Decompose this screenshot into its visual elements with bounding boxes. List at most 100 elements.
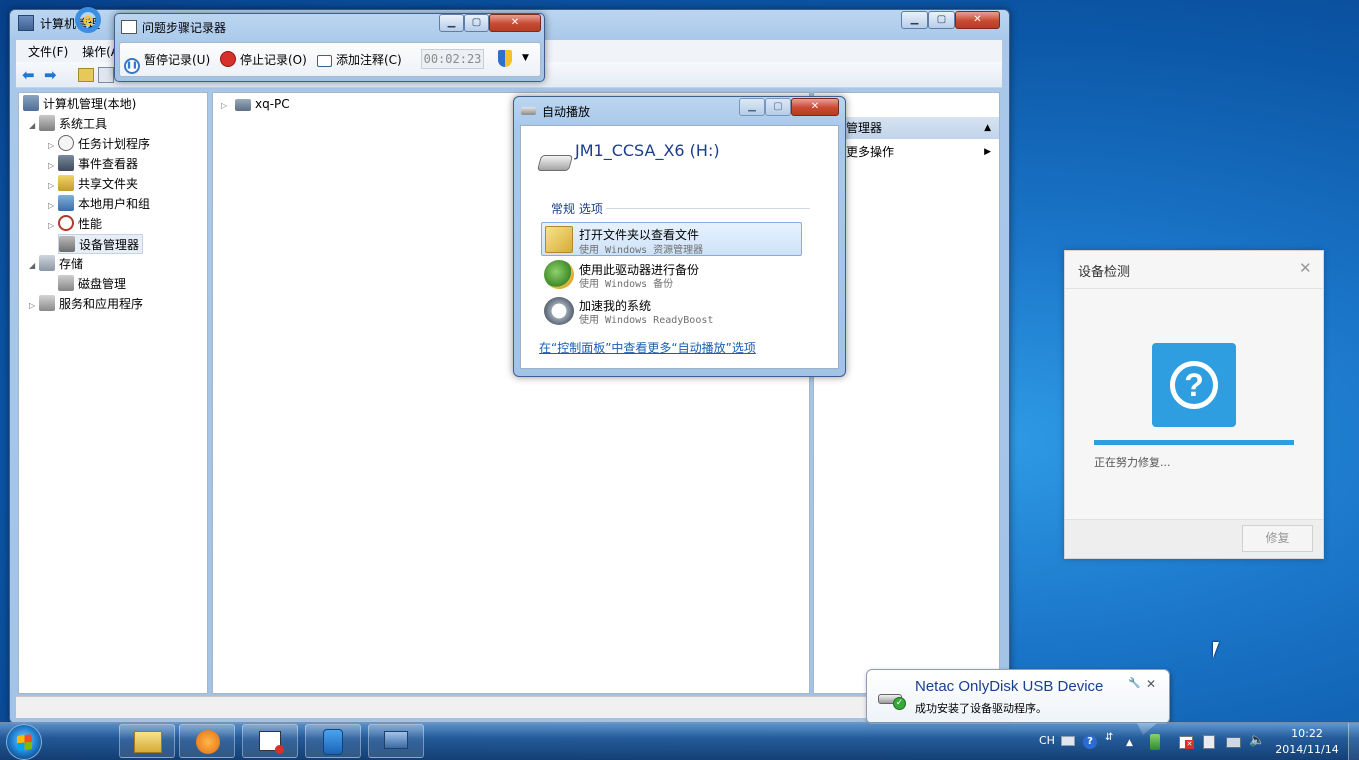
help-icon[interactable]: ? <box>1083 735 1097 749</box>
clock-time: 10:22 <box>1291 727 1323 740</box>
clock[interactable]: 10:22 2014/11/14 <box>1272 726 1342 758</box>
shield-icon[interactable] <box>498 50 512 67</box>
clock-date: 2014/11/14 <box>1275 743 1339 756</box>
psr-title: 问题步骤记录器 <box>142 21 227 35</box>
forward-arrow-icon[interactable]: ➡ <box>44 66 57 84</box>
tree-performance[interactable]: ▷ 性能 <box>48 214 102 234</box>
autoplay-option-backup[interactable]: 使用此驱动器进行备份 使用 Windows 备份 <box>541 258 802 292</box>
pause-icon: ❚❚ <box>124 58 140 74</box>
volume-icon[interactable]: 🔈 <box>1249 733 1265 748</box>
menu-file[interactable]: 文件(F) <box>28 43 68 60</box>
collapsed-arrow-icon: ▷ <box>48 201 55 210</box>
device-detect-close-icon[interactable]: ✕ <box>1299 259 1312 277</box>
autoplay-section-label: 常规 选项 <box>551 202 603 216</box>
ime-options-icon[interactable]: ⇵ <box>1105 732 1113 743</box>
psr-comment-button[interactable]: 添加注释(C) <box>317 51 402 68</box>
services-icon <box>39 295 55 311</box>
collapse-up-icon: ▲ <box>984 123 991 133</box>
tree-local-users-label: 本地用户和组 <box>78 197 151 211</box>
computer-management-icon <box>384 731 408 749</box>
psr-pause-label: 暂停记录(U) <box>144 53 211 67</box>
collapsed-arrow-icon: ▷ <box>48 141 55 150</box>
tree-device-manager-label: 设备管理器 <box>79 238 140 252</box>
autoplay-option-open-folder[interactable]: 打开文件夹以查看文件 使用 Windows 资源管理器 <box>541 222 802 256</box>
removable-drive-icon <box>536 155 574 171</box>
autoplay-control-panel-link[interactable]: 在“控制面板”中查看更多“自动播放”选项 <box>539 339 756 356</box>
taskbar-explorer[interactable] <box>119 724 175 758</box>
tree-disk-management[interactable]: 磁盘管理 <box>58 274 126 294</box>
balloon-options-icon[interactable]: 🔧 <box>1128 678 1140 689</box>
collapsed-arrow-icon: ▷ <box>29 301 36 310</box>
show-hidden-icons-icon[interactable]: ▲ <box>1126 738 1133 748</box>
center-node-xq-pc[interactable]: ▷ xq-PC <box>221 97 290 111</box>
action-center-icon[interactable]: ✕ <box>1179 736 1194 749</box>
autoplay-option-sub: 使用 Windows ReadyBoost <box>579 315 714 326</box>
balloon-close-icon[interactable]: ✕ <box>1146 677 1156 691</box>
psr-maximize-button[interactable]: ▢ <box>464 14 489 32</box>
readyboost-icon <box>544 297 574 325</box>
cm-maximize-button[interactable]: ▢ <box>928 11 955 29</box>
tree-services-apps[interactable]: ▷ 服务和应用程序 <box>29 294 143 314</box>
performance-icon <box>58 215 74 231</box>
autoplay-close-button[interactable]: ✕ <box>791 98 839 116</box>
psr-stop-button[interactable]: 停止记录(O) <box>220 51 307 68</box>
psr-timer: 00:02:23 <box>421 49 484 69</box>
taskbar-ie[interactable]: e <box>60 2 116 36</box>
show-console-tree-icon[interactable] <box>98 67 114 83</box>
back-arrow-icon[interactable]: ⬅ <box>22 66 35 84</box>
device-detect-status: 正在努力修复... <box>1094 456 1171 469</box>
balloon-title: Netac OnlyDisk USB Device <box>915 678 1104 695</box>
taskbar-psr[interactable] <box>242 724 298 758</box>
storage-icon <box>39 255 55 271</box>
tree-root-label: 计算机管理(本地) <box>43 97 137 111</box>
psr-app-icon <box>121 20 137 34</box>
up-folder-icon[interactable] <box>78 68 94 82</box>
autoplay-minimize-button[interactable]: ▁ <box>739 98 765 116</box>
psr-minimize-button[interactable]: ▁ <box>439 14 464 32</box>
tray-language[interactable]: CH <box>1039 722 1055 760</box>
tree-disk-management-label: 磁盘管理 <box>78 277 127 291</box>
tree-system-tools[interactable]: ◢ 系统工具 <box>29 114 107 134</box>
collapsed-arrow-icon: ▷ <box>48 221 55 230</box>
psr-comment-label: 添加注释(C) <box>336 53 402 67</box>
taskbar-media-player[interactable] <box>179 724 235 758</box>
tree-device-manager[interactable]: 设备管理器 <box>58 234 144 254</box>
tree-task-scheduler[interactable]: ▷ 任务计划程序 <box>48 134 150 154</box>
psr-pause-button[interactable]: ❚❚ 暂停记录(U) <box>124 51 210 74</box>
autoplay-maximize-button[interactable]: ▢ <box>765 98 791 116</box>
shared-folder-icon <box>58 175 74 191</box>
tree-storage[interactable]: ◢ 存储 <box>29 254 83 274</box>
tree-event-viewer[interactable]: ▷ 事件查看器 <box>48 154 138 174</box>
cm-status-bar <box>16 696 1002 718</box>
autoplay-option-sub: 使用 Windows 资源管理器 <box>579 245 704 256</box>
tree-root[interactable]: 计算机管理(本地) <box>23 94 136 114</box>
taskbar-computer-management[interactable] <box>368 724 424 758</box>
tree-local-users[interactable]: ▷ 本地用户和组 <box>48 194 150 214</box>
usb-tray-icon[interactable] <box>1150 734 1160 750</box>
keyboard-icon[interactable] <box>1061 736 1075 746</box>
safely-remove-icon[interactable] <box>1203 735 1215 749</box>
cm-close-button[interactable]: ✕ <box>955 11 1000 29</box>
device-detect-progress-track <box>1094 440 1294 445</box>
psr-stop-label: 停止记录(O) <box>240 53 307 67</box>
comment-icon <box>317 55 332 67</box>
error-x-icon: ✕ <box>1185 740 1194 749</box>
device-detect-title: 设备检测 <box>1078 265 1131 280</box>
network-icon[interactable] <box>1226 737 1241 748</box>
tree-shared-folders[interactable]: ▷ 共享文件夹 <box>48 174 138 194</box>
collapsed-arrow-icon: ▷ <box>48 161 55 170</box>
expanded-arrow-icon: ◢ <box>29 261 36 270</box>
clock-icon <box>58 135 74 151</box>
psr-close-button[interactable]: ✕ <box>489 14 541 32</box>
usb-installed-icon: ✓ <box>878 688 908 710</box>
autoplay-section-divider <box>606 208 810 209</box>
tree-performance-label: 性能 <box>78 217 103 231</box>
show-desktop-button[interactable] <box>1348 723 1359 760</box>
repair-button[interactable]: 修复 <box>1242 525 1313 552</box>
psr-options-dropdown-icon[interactable]: ▼ <box>522 53 529 63</box>
cm-minimize-button[interactable]: ▁ <box>901 11 928 29</box>
start-orb-icon[interactable] <box>6 724 42 760</box>
taskbar-usb-tool[interactable] <box>305 724 361 758</box>
autoplay-option-readyboost[interactable]: 加速我的系统 使用 Windows ReadyBoost <box>541 294 802 328</box>
question-circle: ? <box>1170 361 1218 409</box>
